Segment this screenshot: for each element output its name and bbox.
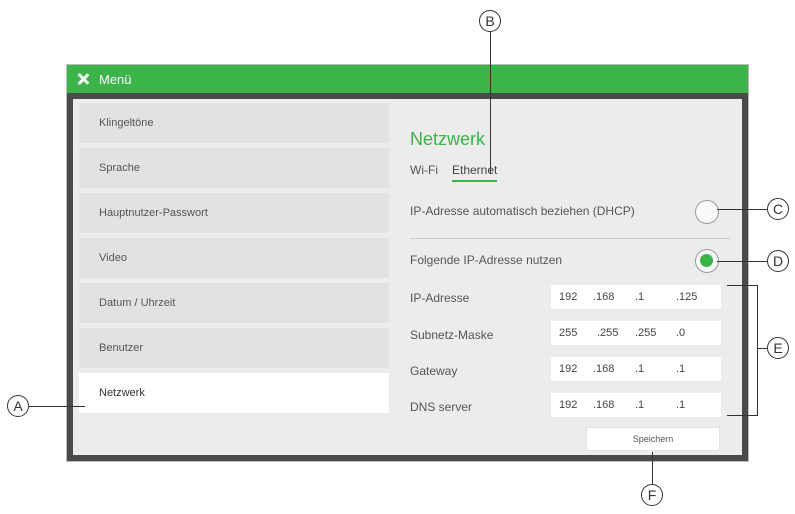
title-bar: Menü	[67, 65, 748, 93]
settings-sidebar: Klingeltöne Sprache Hauptnutzer-Passwort…	[79, 103, 389, 418]
octet: .1	[676, 399, 686, 411]
sidebar-item-label: Klingeltöne	[99, 117, 154, 129]
sidebar-item-label: Netzwerk	[99, 387, 145, 399]
dns-server-input[interactable]: 192 .168 .1 .1	[551, 393, 721, 417]
settings-panel: Klingeltöne Sprache Hauptnutzer-Passwort…	[73, 99, 742, 455]
octet: .125	[676, 291, 698, 303]
divider	[410, 238, 730, 239]
callout-c-line	[717, 209, 767, 211]
callout-e-bracket-bottom	[727, 415, 758, 417]
sidebar-item-label: Hauptnutzer-Passwort	[99, 207, 208, 219]
callout-c: C	[767, 198, 789, 220]
sidebar-item-video[interactable]: Video	[79, 238, 389, 278]
save-button[interactable]: Speichern	[587, 428, 719, 450]
static-ip-option-label: Folgende IP-Adresse nutzen	[410, 253, 563, 267]
octet: .1	[635, 291, 645, 303]
callout-d: D	[767, 250, 789, 272]
gateway-label: Gateway	[410, 364, 458, 378]
octet: .1	[635, 363, 645, 375]
sidebar-item-label: Benutzer	[99, 342, 144, 354]
sidebar-item-label: Video	[99, 252, 127, 264]
close-icon[interactable]	[76, 72, 90, 86]
dhcp-radio[interactable]	[695, 200, 719, 224]
octet: .255	[635, 327, 657, 339]
octet: 192	[559, 291, 578, 303]
callout-f-line	[652, 452, 654, 484]
callout-b-line	[490, 32, 492, 174]
callout-e: E	[767, 337, 789, 359]
sidebar-item-hauptnutzer-passwort[interactable]: Hauptnutzer-Passwort	[79, 193, 389, 233]
octet: .168	[593, 291, 615, 303]
octet: .0	[676, 327, 686, 339]
dns-server-label: DNS server	[410, 400, 473, 414]
ip-address-input[interactable]: 192 .168 .1 .125	[551, 285, 721, 309]
sidebar-item-datum-uhrzeit[interactable]: Datum / Uhrzeit	[79, 283, 389, 323]
callout-a-line	[29, 406, 85, 408]
callout-d-line	[717, 261, 767, 263]
sidebar-item-label: Sprache	[99, 162, 140, 174]
sidebar-item-benutzer[interactable]: Benutzer	[79, 328, 389, 368]
octet: .168	[593, 399, 615, 411]
network-settings: Netzwerk Wi-Fi Ethernet IP-Adresse autom…	[405, 99, 730, 455]
callout-a: A	[7, 395, 29, 417]
tab-wifi[interactable]: Wi-Fi	[410, 163, 438, 182]
page-title: Netzwerk	[410, 129, 486, 149]
octet: 255	[559, 327, 578, 339]
dhcp-option-label: IP-Adresse automatisch beziehen (DHCP)	[410, 204, 635, 218]
subnet-mask-input[interactable]: 255 .255 .255 .0	[551, 321, 721, 345]
sidebar-item-klingeltoene[interactable]: Klingeltöne	[79, 103, 389, 143]
app-window: Menü Klingeltöne Sprache Hauptnutzer-Pas…	[66, 64, 749, 462]
subnet-mask-label: Subnetz-Maske	[410, 328, 494, 342]
sidebar-item-netzwerk[interactable]: Netzwerk	[79, 373, 389, 413]
octet: .1	[635, 399, 645, 411]
sidebar-item-sprache[interactable]: Sprache	[79, 148, 389, 188]
octet: 192	[559, 399, 578, 411]
octet: 192	[559, 363, 578, 375]
octet: .255	[597, 327, 619, 339]
callout-f: F	[641, 484, 663, 506]
callout-e-bracket-top	[727, 285, 757, 287]
callout-e-bracket	[757, 285, 759, 415]
gateway-input[interactable]: 192 .168 .1 .1	[551, 357, 721, 381]
static-ip-radio[interactable]	[695, 249, 719, 273]
sidebar-item-label: Datum / Uhrzeit	[99, 297, 176, 309]
callout-b: B	[479, 10, 501, 32]
octet: .168	[593, 363, 615, 375]
network-tabs: Wi-Fi Ethernet	[410, 163, 511, 182]
octet: .1	[676, 363, 686, 375]
menu-title: Menü	[99, 71, 132, 87]
ip-address-label: IP-Adresse	[410, 291, 470, 305]
callout-e-line	[757, 348, 767, 350]
